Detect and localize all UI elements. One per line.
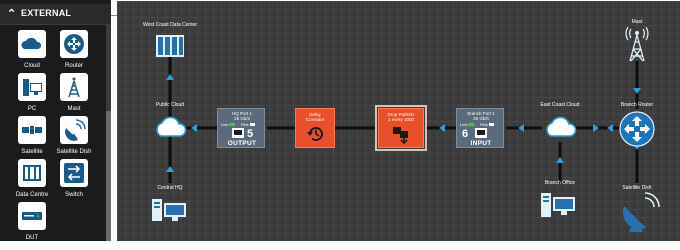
mast-label: Mast (631, 19, 643, 25)
palette-section-header[interactable]: ⌃ EXTERNAL (0, 4, 111, 25)
palette-item-label: Switch (65, 192, 83, 198)
cloud-icon[interactable] (153, 114, 187, 138)
west-dc-label: West Coast Data Center (142, 22, 198, 28)
pc-icon (23, 79, 42, 96)
packets-indicator: Pkts (241, 122, 255, 127)
palette-item-satellite-dish[interactable]: Satellite Dish (48, 116, 100, 164)
public-cloud-label: Public Cloud (155, 102, 185, 108)
packets-indicator: Pkts (480, 122, 494, 127)
data-centre-icon (23, 165, 41, 181)
branch-office-label: Branch Office (544, 180, 576, 186)
port-speed: 25 Gb/s (473, 116, 489, 121)
pc-icon[interactable] (539, 191, 579, 219)
satellite-icon (22, 126, 42, 134)
router-icon (64, 34, 84, 54)
mast-icon (68, 77, 80, 98)
dut-icon (22, 212, 42, 220)
satellite-dish-icon[interactable] (621, 192, 661, 236)
delay-mode: Constant (305, 117, 324, 122)
palette-item-label: DUT (25, 235, 39, 241)
palette-item-label: Satellite Dish (56, 149, 92, 155)
drop-detail: 1 every 1000 (387, 117, 415, 122)
port-direction: OUTPUT (227, 140, 257, 147)
monitor-icon (232, 128, 244, 138)
palette-item-mast[interactable]: Mast (48, 73, 100, 121)
satellite-dish-icon (65, 119, 86, 141)
packets-led (488, 123, 494, 127)
monitor-icon (475, 128, 487, 138)
palette-item-router[interactable]: Router (48, 30, 100, 78)
palette-item-label: Router (64, 63, 83, 69)
branch-router-label: Branch Router (620, 102, 654, 108)
drop-packets-icon (393, 127, 408, 145)
palette-section-title: EXTERNAL (21, 8, 72, 18)
mast-icon[interactable] (623, 27, 651, 63)
port-number: 5 (247, 128, 254, 140)
palette-item-switch[interactable]: Switch (48, 159, 100, 207)
link-led (229, 123, 236, 127)
port-number: 6 (462, 128, 469, 140)
cloud-icon[interactable] (543, 114, 577, 138)
port-direction: INPUT (470, 140, 492, 147)
palette-panel: ⌃ EXTERNAL Cloud Router PC Mast Satellit… (0, 0, 111, 241)
scrollbar-thumb[interactable] (106, 111, 111, 241)
output-port-card[interactable]: HQ Port 1 25 Gb/s Link Pkts 5 OUTPUT (217, 108, 265, 148)
link-led (468, 123, 475, 127)
chevron-up-icon[interactable]: ⌃ (7, 7, 16, 20)
topology-canvas[interactable]: West Coast Data Center Public Cloud Cent… (117, 1, 680, 241)
switch-icon (64, 163, 84, 183)
palette-scrollbar[interactable] (106, 25, 111, 241)
link-indicator: Link (460, 122, 475, 127)
packets-led (249, 123, 255, 127)
palette-item-label: Mast (67, 106, 81, 112)
link-indicator: Link (221, 122, 236, 127)
central-hq-label: Central HQ (157, 185, 183, 191)
cloud-icon (21, 37, 42, 49)
router-icon[interactable] (619, 111, 655, 147)
delay-impairment-card[interactable]: Delay Constant (295, 108, 335, 148)
pc-icon[interactable] (150, 197, 190, 223)
palette-item-dut[interactable]: DUT (6, 202, 58, 250)
satellite-dish-label: Satellite Dish (622, 185, 652, 191)
input-port-card[interactable]: Branch Port 1 25 Gb/s Link Pkts 6 INPUT (456, 108, 504, 148)
history-icon (307, 127, 323, 142)
drop-packets-card[interactable]: Drop Packets 1 every 1000 (375, 105, 427, 151)
data-center-icon[interactable] (154, 31, 186, 61)
port-speed: 25 Gb/s (234, 116, 250, 121)
east-cloud-label: East Coast Cloud (540, 102, 580, 108)
